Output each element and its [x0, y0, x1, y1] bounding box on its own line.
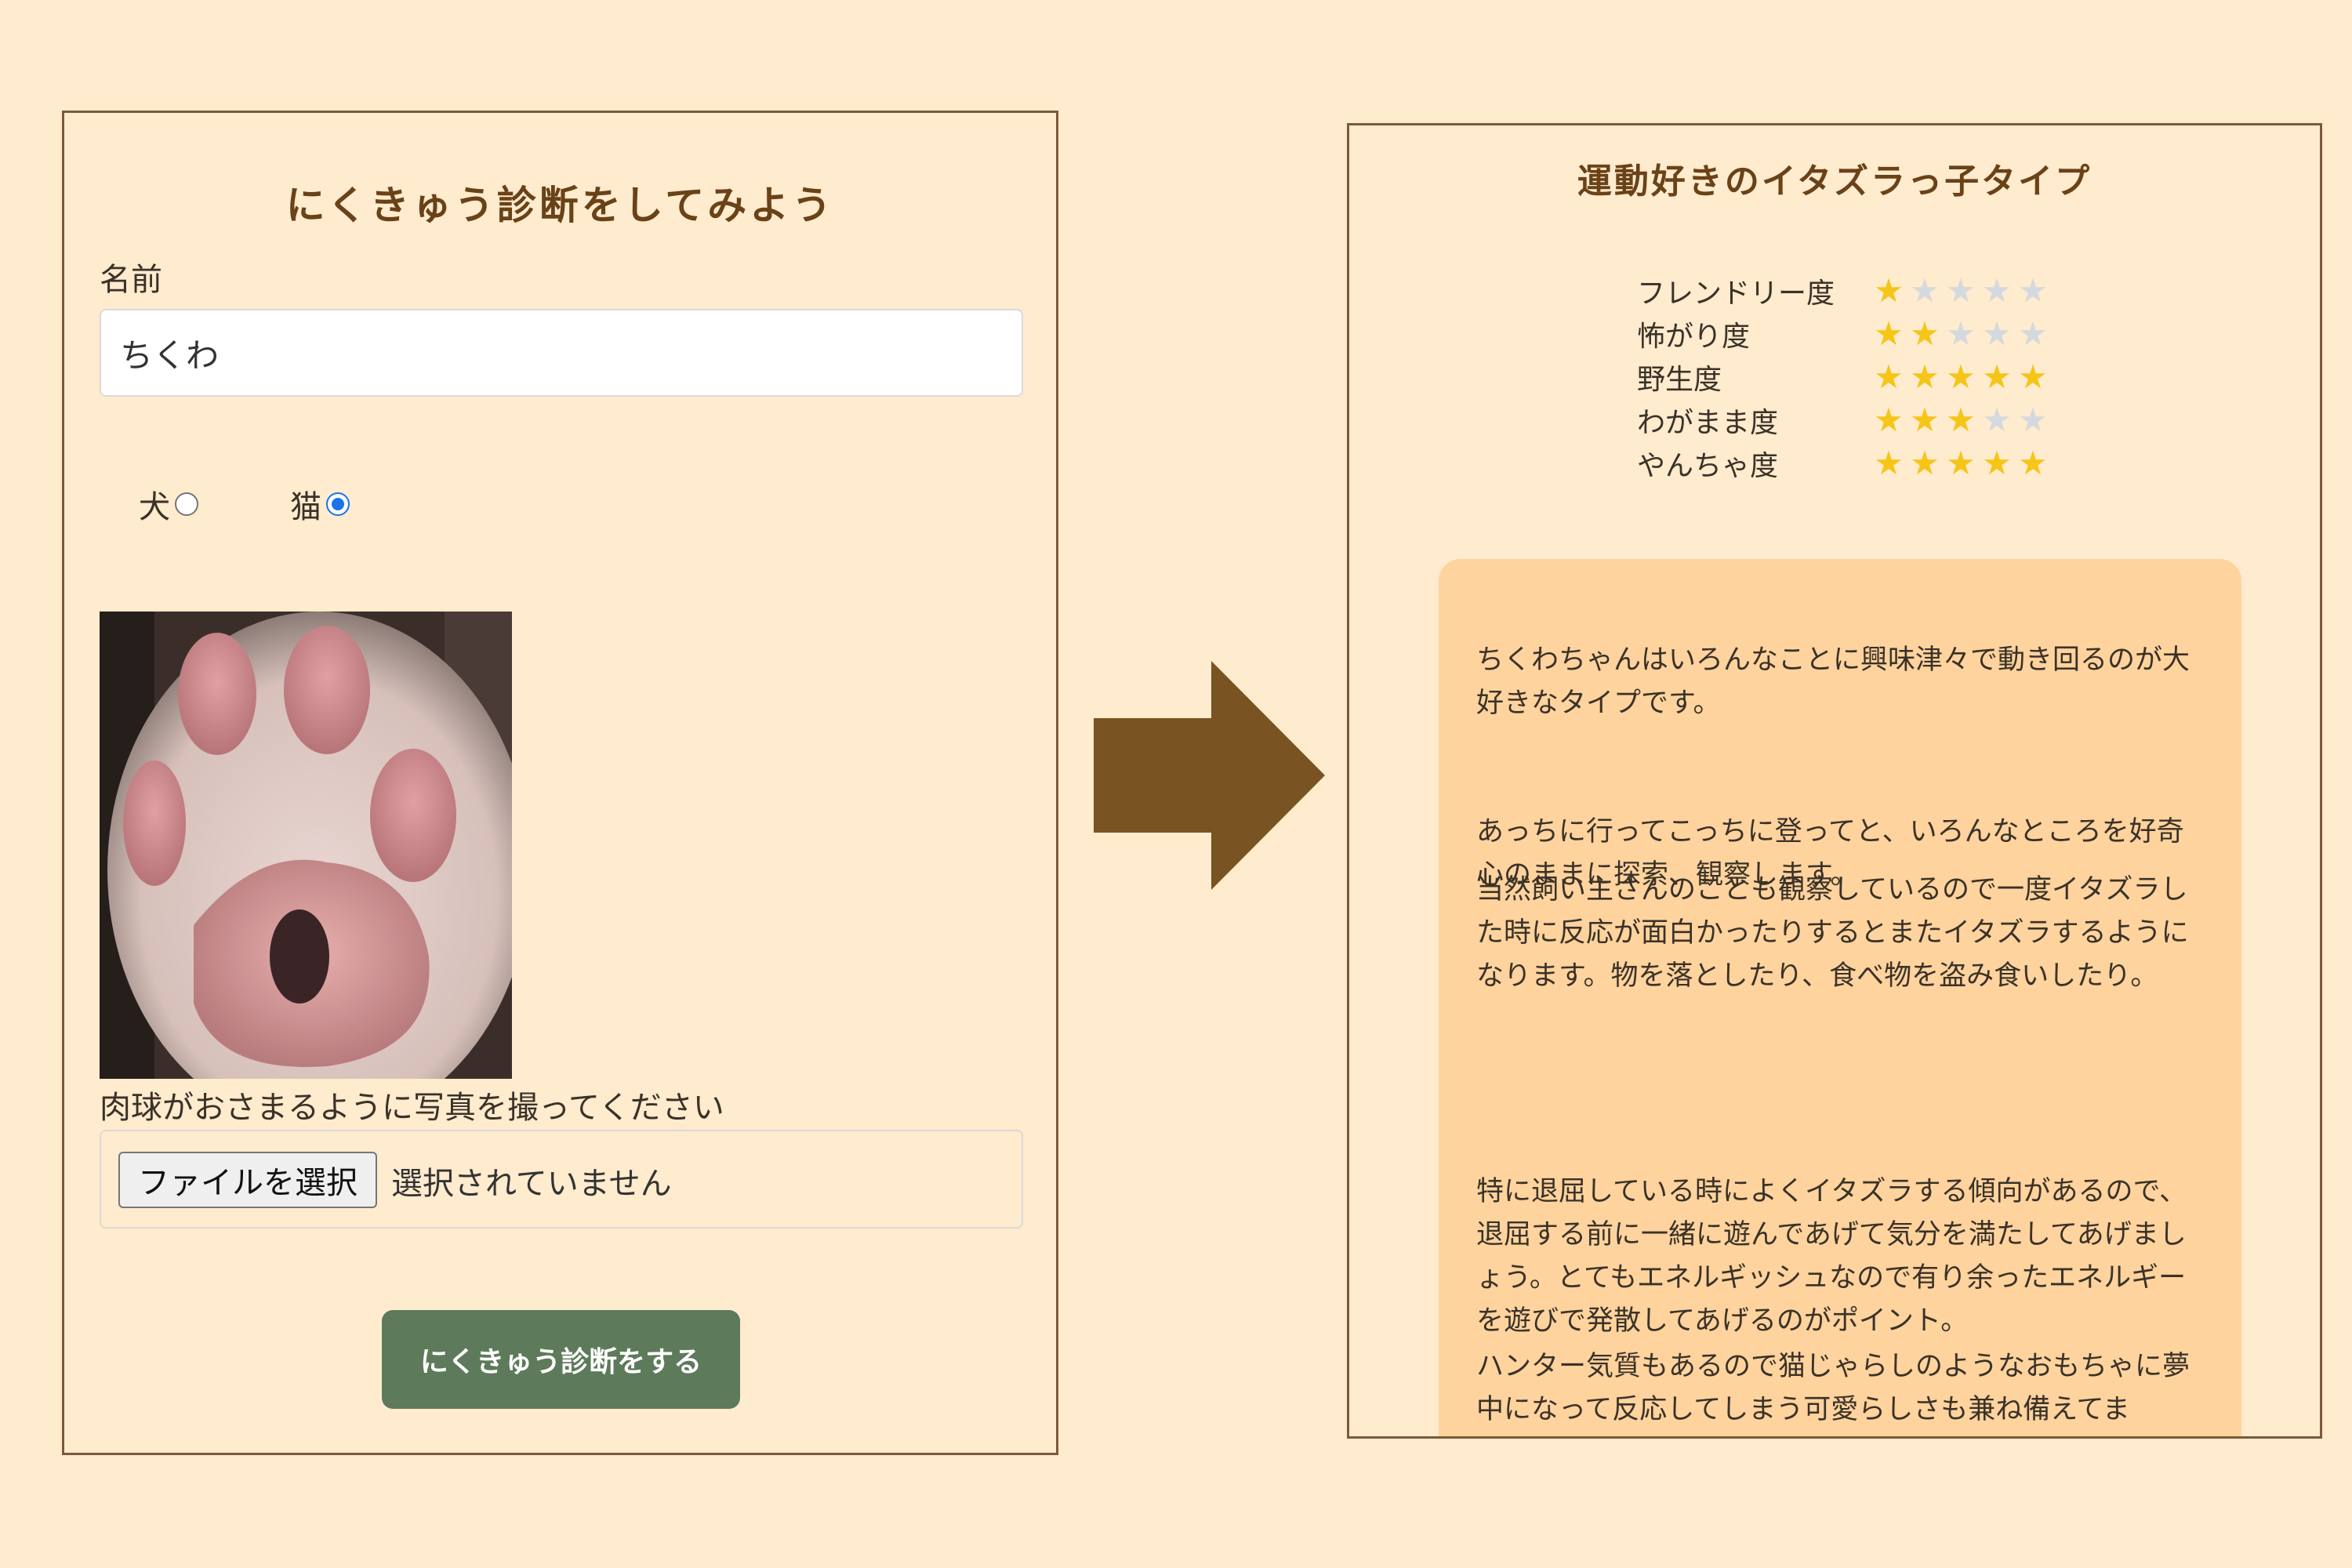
rating-row: わがまま度 ★ ★ ★ ★ ★ — [1637, 398, 2051, 441]
right-arrow-icon — [1094, 661, 1325, 890]
star-icon: ★ — [2018, 314, 2048, 353]
result-title: 運動好きのイタズラっ子タイプ — [1577, 162, 2092, 201]
star-rating: ★ ★ ★ ★ ★ — [1871, 314, 2051, 353]
star-icon: ★ — [1874, 314, 1904, 353]
star-icon: ★ — [1946, 314, 1976, 353]
star-icon: ★ — [1946, 400, 1976, 439]
star-icon: ★ — [1910, 314, 1940, 353]
description-paragraph: 当然飼い主さんのことも観察しているので一度イタズラした時に反応が面白かったりする… — [1476, 874, 2189, 992]
star-icon: ★ — [1982, 400, 2012, 439]
result-panel: 運動好きのイタズラっ子タイプ フレンドリー度 ★ ★ ★ ★ ★ 怖がり度 ★ ★ ★ ★ ★ 野生度 ★… — [1347, 123, 2322, 1439]
paw-photo — [100, 612, 512, 1079]
star-icon: ★ — [1874, 443, 1904, 482]
star-icon: ★ — [2018, 400, 2048, 439]
rating-label: フレンドリー度 — [1637, 277, 1835, 310]
star-icon: ★ — [1910, 400, 1940, 439]
star-icon: ★ — [1982, 314, 2012, 353]
radio-dog-button[interactable] — [175, 492, 198, 516]
rating-row: フレンドリー度 ★ ★ ★ ★ ★ — [1637, 269, 2051, 312]
name-input[interactable] — [100, 309, 1023, 397]
rating-row: 怖がり度 ★ ★ ★ ★ ★ — [1637, 312, 2051, 355]
star-icon: ★ — [1910, 357, 1940, 396]
description-box: ちくわちゃんはいろんなことに興味津々で動き回るのが大好きなタイプです。 あっちに… — [1439, 559, 2241, 1436]
star-icon: ★ — [1874, 400, 1904, 439]
photo-caption: 肉球がおさまるように写真を撮ってください — [100, 1090, 724, 1126]
description-paragraph: ハンター気質もあるので猫じゃらしのようなおもちゃに夢中になって反応してしまう可愛… — [1476, 1351, 2190, 1425]
star-icon: ★ — [2018, 270, 2048, 310]
star-icon: ★ — [1982, 357, 2012, 396]
radio-cat-label: 猫 — [290, 489, 321, 525]
form-title: にくきゅう診断をしてみよう — [285, 183, 835, 228]
rating-row: やんちゃ度 ★ ★ ★ ★ ★ — [1637, 441, 2051, 485]
radio-dog-label: 犬 — [139, 489, 170, 525]
radio-cat[interactable]: 猫 — [290, 481, 350, 527]
rating-label: わがまま度 — [1637, 406, 1779, 439]
file-input[interactable]: ファイルを選択 選択されていません — [100, 1130, 1023, 1229]
diagnosis-form-panel: にくきゅう診断をしてみよう 名前 犬 猫 — [62, 111, 1058, 1455]
ratings-list: フレンドリー度 ★ ★ ★ ★ ★ 怖がり度 ★ ★ ★ ★ ★ 野生度 ★ ★ ★ ★ ★ わがまま度 ★ ★ ★ ★ ★ や… — [1637, 269, 2051, 485]
star-icon: ★ — [2018, 443, 2048, 482]
radio-cat-button[interactable] — [326, 492, 350, 516]
submit-diagnosis-button[interactable]: にくきゅう診断をする — [382, 1310, 740, 1409]
star-icon: ★ — [1910, 443, 1940, 482]
rating-label: 怖がり度 — [1637, 320, 1751, 353]
star-rating: ★ ★ ★ ★ ★ — [1871, 400, 2051, 439]
file-status: 選択されていません — [391, 1166, 672, 1202]
star-rating: ★ ★ ★ ★ ★ — [1871, 274, 2051, 307]
rating-row: 野生度 ★ ★ ★ ★ ★ — [1637, 355, 2051, 398]
star-icon: ★ — [1946, 443, 1976, 482]
name-label: 名前 — [100, 262, 162, 298]
star-icon: ★ — [1946, 357, 1976, 396]
star-icon: ★ — [1982, 443, 2012, 482]
star-icon: ★ — [2018, 357, 2048, 396]
choose-file-button[interactable]: ファイルを選択 — [118, 1152, 377, 1208]
star-rating: ★ ★ ★ ★ ★ — [1871, 443, 2051, 482]
star-icon: ★ — [1982, 270, 2012, 310]
description-paragraph: 特に退屈している時によくイタズラする傾向があるので、退屈する前に一緒に遊んであげ… — [1476, 1176, 2187, 1337]
star-icon: ★ — [1946, 270, 1976, 310]
rating-label: 野生度 — [1637, 363, 1722, 396]
star-icon: ★ — [1910, 270, 1940, 310]
radio-dog[interactable]: 犬 — [139, 481, 198, 527]
description-paragraph: ちくわちゃんはいろんなことに興味津々で動き回るのが大好きなタイプです。 — [1476, 644, 2190, 719]
star-icon: ★ — [1874, 270, 1904, 310]
star-rating: ★ ★ ★ ★ ★ — [1871, 357, 2051, 396]
rating-label: やんちゃ度 — [1637, 449, 1779, 482]
star-icon: ★ — [1874, 357, 1904, 396]
